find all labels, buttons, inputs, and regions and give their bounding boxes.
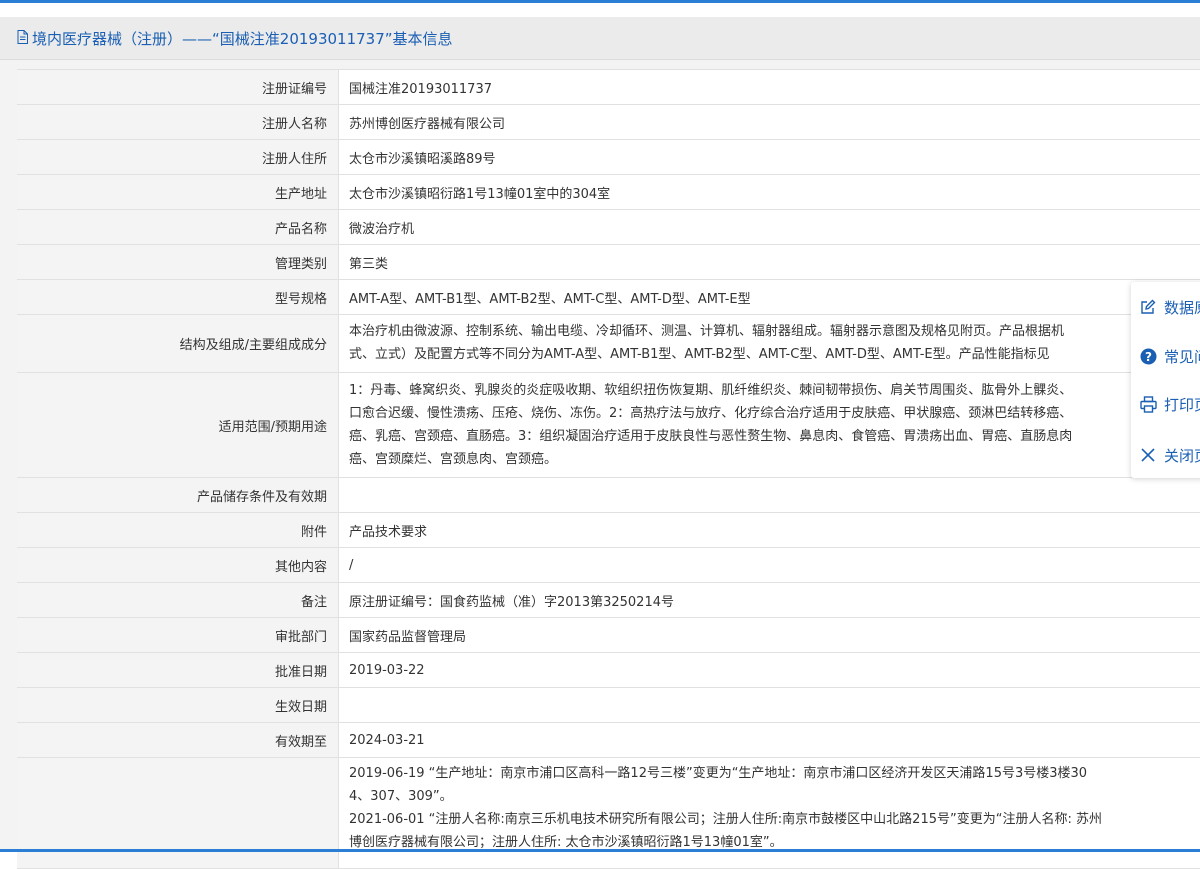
row-value: 第三类 [339,245,1200,279]
row-value: 太仓市沙溪镇昭衍路1号13幢01室中的304室 [339,175,1200,209]
row-label: 注册证编号 [17,70,339,104]
row-value: 本治疗机由微波源、控制系统、输出电缆、冷却循环、测温、计算机、辐射器组成。辐射器… [339,315,1200,372]
row-value [339,478,1200,512]
value-line: 2019-06-19 “生产地址：南京市浦口区高科一路12号三楼”变更为“生产地… [349,766,1088,781]
row-value [339,688,1200,722]
row-label: 注册人名称 [17,105,339,139]
top-accent-line [0,0,1200,3]
table-row: 适用范围/预期用途 1：丹毒、蜂窝织炎、乳腺炎的炎症吸收期、软组织扭伤恢复期、肌… [17,373,1200,478]
value-line: 式、立式）及配置方式等不同分为AMT-A型、AMT-B1型、AMT-B2型、AM… [349,347,1050,362]
print-button[interactable]: 打印页 [1131,389,1200,419]
row-label: 注册人住所 [17,140,339,174]
table-row: 生产地址 太仓市沙溪镇昭衍路1号13幢01室中的304室 [17,175,1200,210]
row-value: 2024-03-21 [339,723,1200,757]
page-title: 境内医疗器械（注册）——“国械注准20193011737”基本信息 [32,30,453,48]
table-row: 管理类别 第三类 [17,245,1200,280]
close-page-button[interactable]: 关闭页 [1131,440,1200,470]
row-value: 国械注准20193011737 [339,70,1200,104]
table-row: 注册人住所 太仓市沙溪镇昭溪路89号 [17,140,1200,175]
row-label: 附件 [17,513,339,547]
table-row: 附件 产品技术要求 [17,513,1200,548]
table-row: 有效期至 2024-03-21 [17,723,1200,758]
svg-text:?: ? [1145,349,1152,363]
row-value: 产品技术要求 [339,513,1200,547]
table-row: 批准日期 2019-03-22 [17,653,1200,688]
value-line: 本治疗机由微波源、控制系统、输出电缆、冷却循环、测温、计算机、辐射器组成。辐射器… [349,324,1065,339]
help-icon: ? [1139,347,1157,365]
row-label: 备注 [17,583,339,617]
table-row: 其他内容 / [17,548,1200,583]
row-label: 审批部门 [17,618,339,652]
print-icon [1139,395,1157,413]
row-label: 适用范围/预期用途 [17,373,339,477]
row-label: 生效日期 [17,688,339,722]
value-line: 癌、宫颈糜烂、宫颈息肉、宫颈癌。 [349,452,558,467]
row-label: 型号规格 [17,280,339,314]
table-row: 2019-06-19 “生产地址：南京市浦口区高科一路12号三楼”变更为“生产地… [17,758,1200,869]
table-row: 结构及组成/主要组成成分 本治疗机由微波源、控制系统、输出电缆、冷却循环、测温、… [17,315,1200,373]
menu-label: 关闭页 [1164,446,1200,465]
table-row: 产品名称 微波治疗机 [17,210,1200,245]
row-label: 其他内容 [17,548,339,582]
value-line: 癌、乳癌、宫颈癌、直肠癌。3：组织凝固治疗适用于皮肤良性与恶性赘生物、鼻息肉、食… [349,429,1073,444]
table-row: 备注 原注册证编号：国食药监械（准）字2013第3250214号 [17,583,1200,618]
menu-label: 数据原 [1164,298,1200,317]
info-table: 注册证编号 国械注准20193011737 注册人名称 苏州博创医疗器械有限公司… [17,69,1200,869]
value-line: 口愈合迟缓、慢性溃疡、压疮、烧伤、冻伤。2：高热疗法与放疗、化疗综合治疗适用于皮… [349,406,1073,421]
row-value: AMT-A型、AMT-B1型、AMT-B2型、AMT-C型、AMT-D型、AMT… [339,280,1200,314]
table-row: 注册证编号 国械注准20193011737 [17,70,1200,105]
value-line: 2021-06-01 “注册人名称:南京三乐机电技术研究所有限公司；注册人住所:… [349,812,1102,827]
row-label: 管理类别 [17,245,339,279]
value-line: 1：丹毒、蜂窝织炎、乳腺炎的炎症吸收期、软组织扭伤恢复期、肌纤维织炎、棘间韧带损… [349,383,1073,398]
row-label: 产品名称 [17,210,339,244]
table-row: 型号规格 AMT-A型、AMT-B1型、AMT-B2型、AMT-C型、AMT-D… [17,280,1200,315]
table-row: 生效日期 [17,688,1200,723]
close-icon [1139,446,1157,464]
edit-icon [1139,298,1157,316]
table-row: 注册人名称 苏州博创医疗器械有限公司 [17,105,1200,140]
document-icon [17,30,28,44]
row-value: 苏州博创医疗器械有限公司 [339,105,1200,139]
menu-label: 打印页 [1164,395,1200,414]
row-label: 产品储存条件及有效期 [17,478,339,512]
floating-menu: 数据原 ? 常见问 打印页 关闭页 [1131,282,1200,478]
table-row: 审批部门 国家药品监督管理局 [17,618,1200,653]
detail-panel: 境内医疗器械（注册）——“国械注准20193011737”基本信息 注册证编号 … [0,17,1200,869]
value-line: 4、307、309”。 [349,789,453,804]
row-label: 有效期至 [17,723,339,757]
row-value: / [339,548,1200,582]
data-source-button[interactable]: 数据原 [1131,292,1200,322]
row-value: 2019-03-22 [339,653,1200,687]
row-value: 原注册证编号：国食药监械（准）字2013第3250214号 [339,583,1200,617]
row-value: 国家药品监督管理局 [339,618,1200,652]
faq-button[interactable]: ? 常见问 [1131,341,1200,371]
row-label: 生产地址 [17,175,339,209]
row-value: 太仓市沙溪镇昭溪路89号 [339,140,1200,174]
row-label: 结构及组成/主要组成成分 [17,315,339,372]
row-value: 微波治疗机 [339,210,1200,244]
panel-header: 境内医疗器械（注册）——“国械注准20193011737”基本信息 [0,17,1200,60]
table-row: 产品储存条件及有效期 [17,478,1200,513]
row-value: 1：丹毒、蜂窝织炎、乳腺炎的炎症吸收期、软组织扭伤恢复期、肌纤维织炎、棘间韧带损… [339,373,1200,477]
menu-label: 常见问 [1164,347,1200,366]
row-label: 批准日期 [17,653,339,687]
